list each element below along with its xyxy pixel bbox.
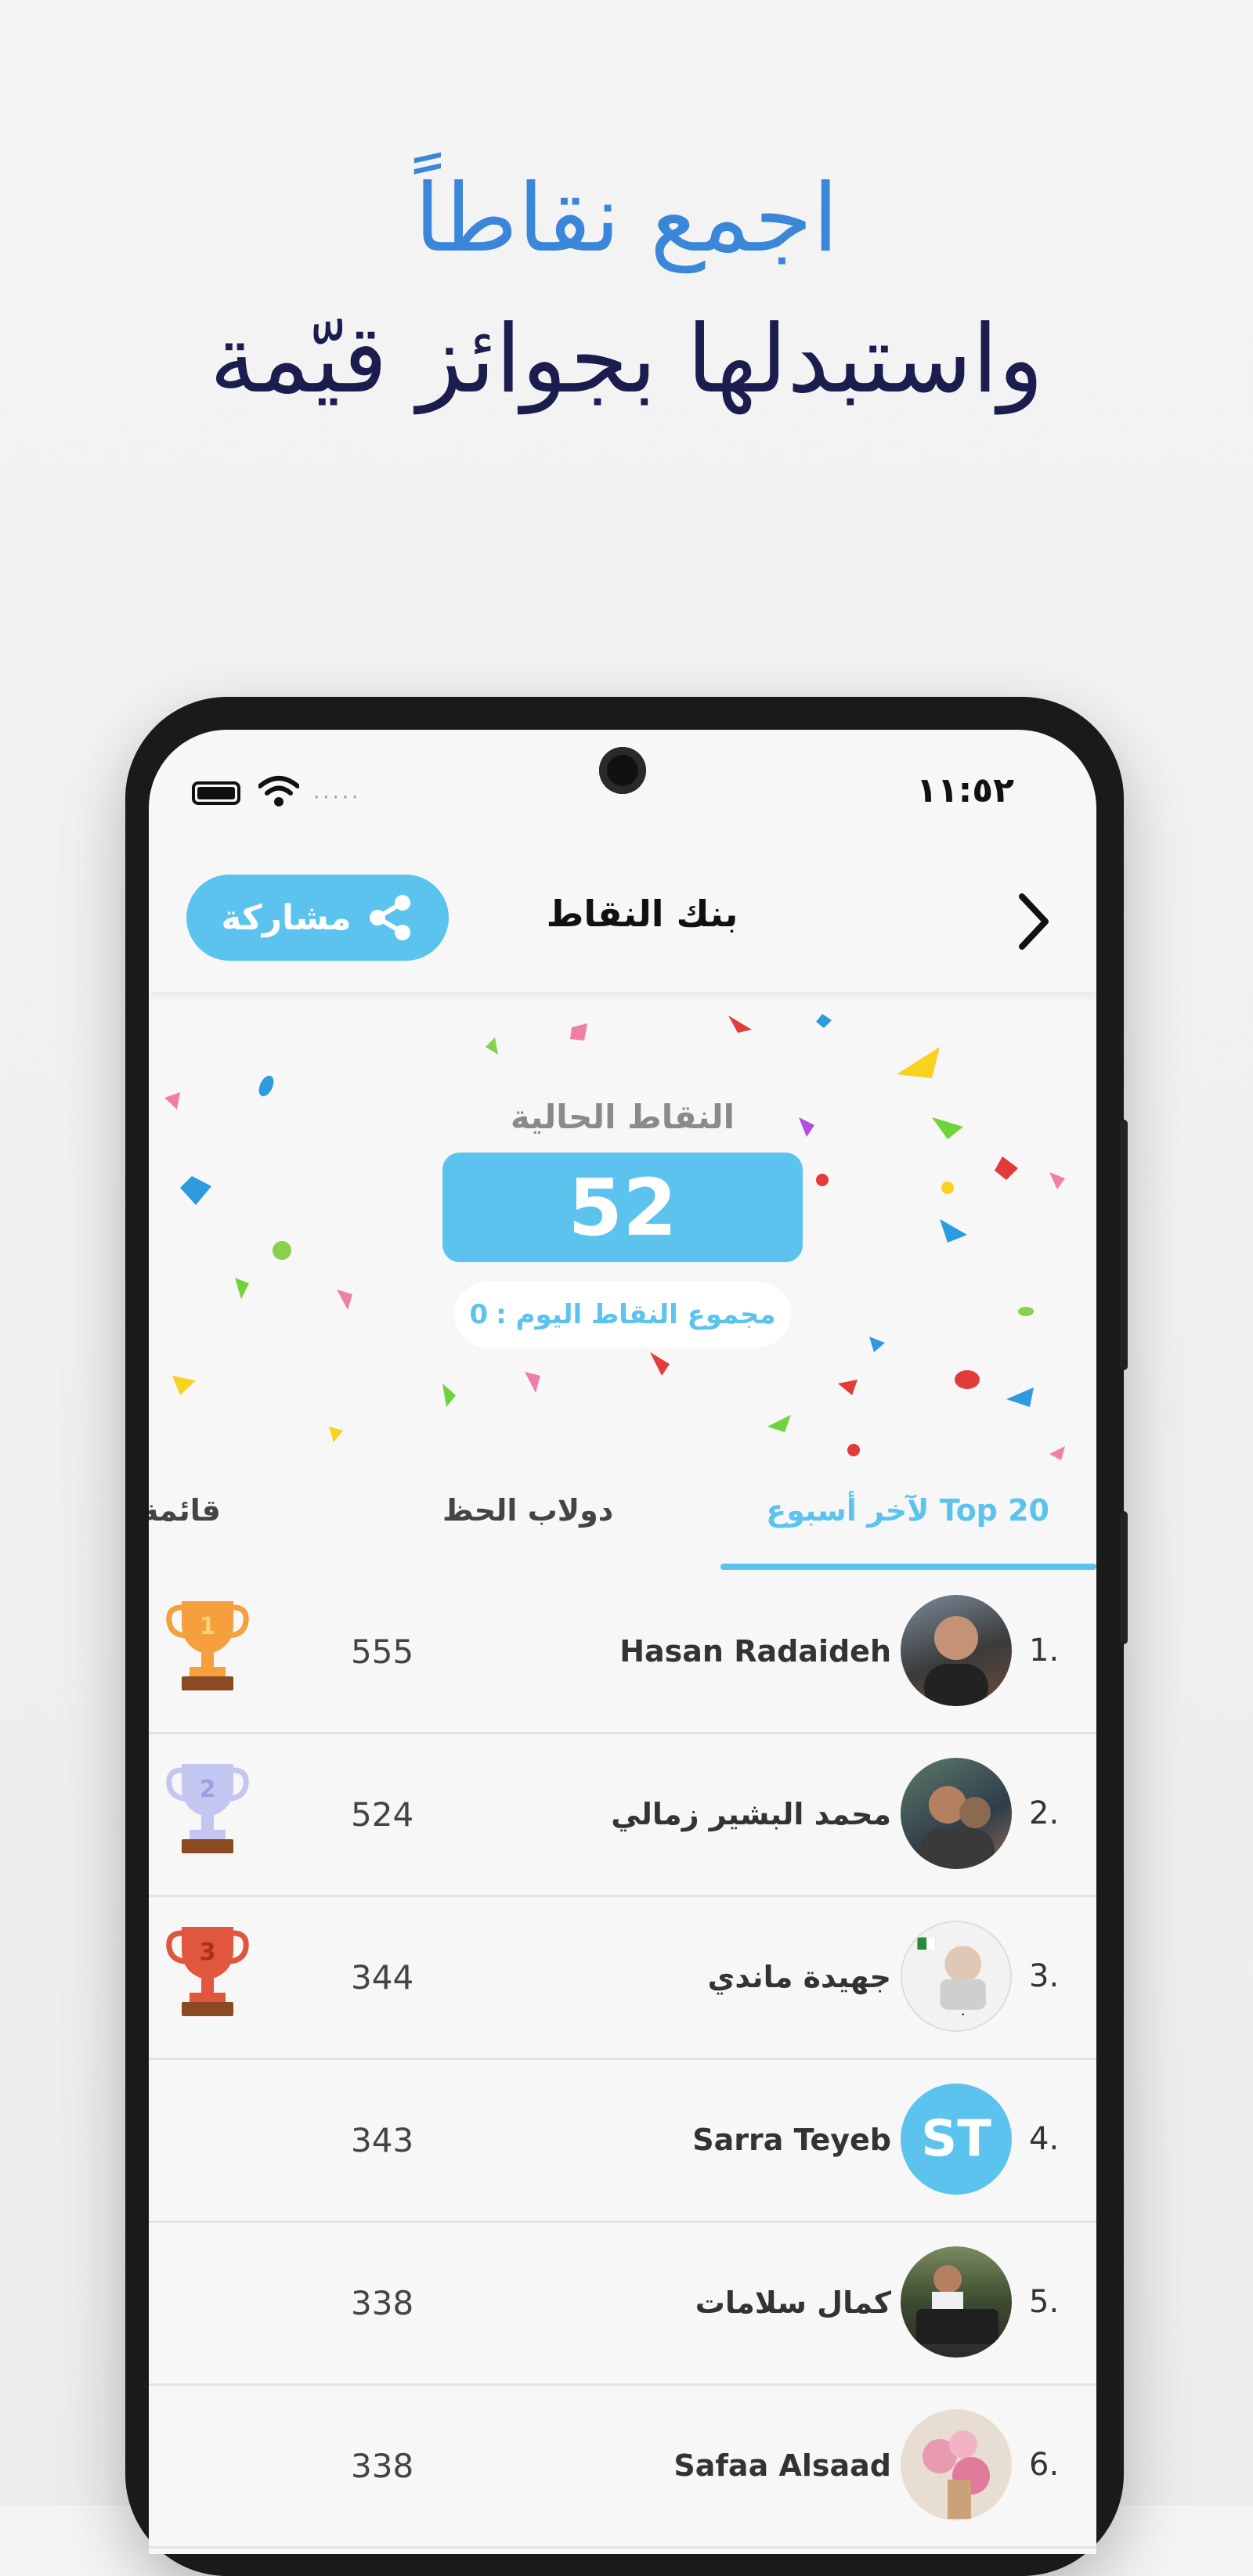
user-score: 338 [351,2447,414,2485]
row-rank: 2. [1029,1795,1060,1831]
leaderboard-list: 1. Hasan Radaideh 555 1 2. محمد البشير ز… [149,1571,1096,2549]
tab-bar: Top 20 لآخر أسبوع دولاب الحظ قائمة [149,1462,1096,1573]
user-avatar [901,2246,1012,2358]
user-score: 343 [351,2121,414,2159]
svg-text:2: 2 [200,1776,216,1803]
promo-subheadline: واستبدلها بجوائز قيّمة [209,305,1044,414]
row-rank: 1. [1029,1633,1060,1669]
share-button[interactable]: مشاركة [186,875,449,961]
user-score: 524 [351,1795,414,1834]
current-points-value: 52 [442,1153,803,1262]
phone-side-button [1120,1120,1128,1370]
user-name: محمد البشير زمالي [611,1797,891,1831]
wifi-icon [258,776,299,806]
front-camera [599,747,646,794]
user-score: 344 [351,1958,414,1997]
app-screen: ····· ١١:٥٢ مشاركة بنك النقاط النقاط الح… [149,730,1096,2554]
row-rank: 3. [1029,1958,1060,1994]
promo-headline: اجمع نقاطاً [414,164,839,273]
app-header: مشاركة بنك النقاط [149,847,1096,992]
share-icon [369,895,410,940]
points-hero: النقاط الحالية 52 مجموع النقاط اليوم : 0 [149,992,1096,1462]
user-name: Hasan Radaideh [619,1634,891,1669]
svg-text:·: · [961,2005,966,2023]
battery-icon [192,781,240,805]
user-name: كمال سلامات [695,2286,891,2320]
today-points-pill: مجموع النقاط اليوم : 0 [454,1282,791,1348]
user-name: Safaa Alsaad [673,2448,891,2483]
status-bar: ····· ١١:٥٢ [149,730,1096,847]
active-tab-indicator [720,1564,1096,1570]
share-label: مشاركة [221,897,352,938]
tab-top20[interactable]: Top 20 لآخر أسبوع [766,1493,1049,1528]
user-score: 555 [351,1633,414,1671]
tab-list[interactable]: قائمة [149,1493,221,1528]
user-name: Sarra Teyeb [692,2123,891,2157]
user-name: جهيدة ماندي [707,1960,891,1994]
user-avatar [901,2409,1012,2520]
current-points-label: النقاط الحالية [510,1098,735,1136]
leaderboard-row[interactable]: 5. كمال سلامات 338 [149,2223,1096,2386]
row-rank: 6. [1029,2447,1060,2483]
leaderboard-row[interactable]: 2. محمد البشير زمالي 524 2 [149,1734,1096,1897]
row-rank: 4. [1029,2121,1060,2157]
today-points-label: مجموع النقاط اليوم : [496,1299,776,1330]
status-time: ١١:٥٢ [915,770,1014,810]
leaderboard-row[interactable]: 1. Hasan Radaideh 555 1 [149,1571,1096,1734]
user-avatar [901,1758,1012,1869]
page-title: بنك النقاط [546,893,738,935]
chevron-right-icon[interactable] [1014,890,1053,953]
row-rank: 5. [1029,2284,1060,2320]
svg-text:3: 3 [200,1939,216,1966]
bronze-trophy-icon: 3 [166,1927,249,2016]
user-avatar: · [901,1921,1012,2032]
user-score: 338 [351,2284,414,2322]
today-points-value: 0 [469,1299,489,1330]
phone-side-button [1120,1511,1128,1644]
tab-lucky-wheel[interactable]: دولاب الحظ [442,1493,613,1528]
user-avatar-initials: ST [901,2084,1012,2195]
svg-text:1: 1 [200,1613,216,1640]
leaderboard-row[interactable]: 6. Safaa Alsaad 338 [149,2386,1096,2549]
signal-dots: ····· [313,786,362,810]
leaderboard-row[interactable]: 4. ST Sarra Teyeb 343 [149,2060,1096,2223]
user-avatar [901,1595,1012,1706]
gold-trophy-icon: 1 [166,1601,249,1690]
silver-trophy-icon: 2 [166,1764,249,1853]
leaderboard-row[interactable]: 3. · جهيدة ماندي 344 3 [149,1897,1096,2060]
